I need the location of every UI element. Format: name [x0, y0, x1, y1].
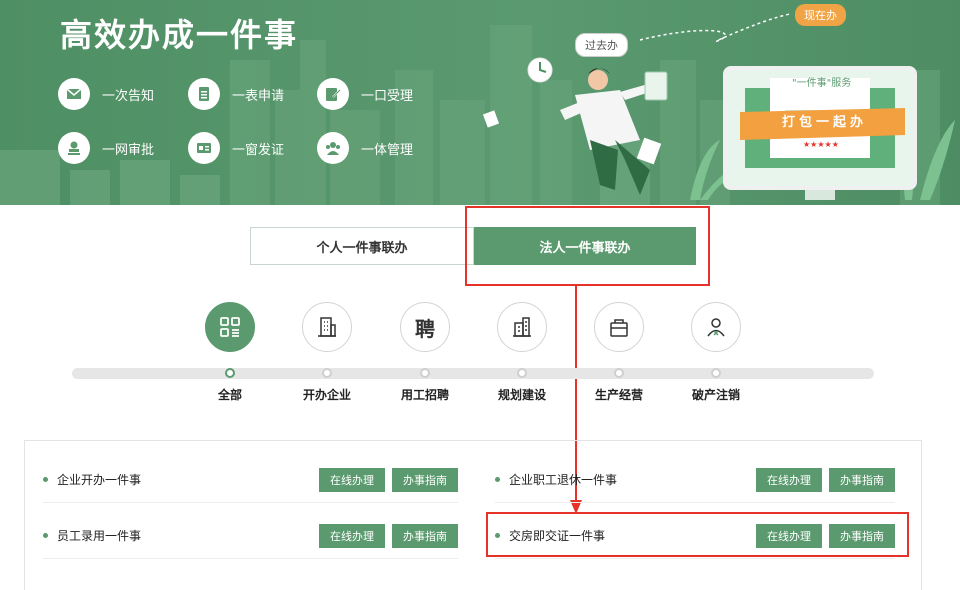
tab-legal-entity[interactable]: 法人一件事联办 — [474, 227, 696, 265]
item-title[interactable]: 交房即交证一件事 — [509, 527, 749, 544]
feature-label: 一表申请 — [232, 88, 285, 104]
guide-button[interactable]: 办事指南 — [829, 467, 895, 492]
tab-personal[interactable]: 个人一件事联办 — [250, 227, 474, 265]
banner-title: 高效办成一件事 — [60, 16, 299, 54]
form-icon — [188, 78, 220, 110]
category-dot — [420, 368, 430, 378]
category-label: 用工招聘 — [400, 388, 449, 402]
bullet — [495, 533, 500, 538]
feature-item: 一窗发证 — [188, 132, 284, 164]
category-label: 开办企业 — [302, 388, 351, 402]
feature-label: 一窗发证 — [232, 142, 285, 158]
bullet — [43, 533, 48, 538]
online-button[interactable]: 在线办理 — [756, 523, 822, 548]
bullet — [495, 477, 500, 482]
banner-ribbon: 打包一起办 — [782, 115, 868, 130]
category-label: 破产注销 — [691, 388, 740, 402]
list-item: 企业职工退休一件事 在线办理 办事指南 — [495, 457, 895, 503]
category-dot — [517, 368, 527, 378]
category-dot — [225, 368, 235, 378]
building-icon — [302, 302, 352, 352]
feature-label: 一次告知 — [102, 88, 155, 104]
online-button[interactable]: 在线办理 — [319, 467, 385, 492]
category-dot — [614, 368, 624, 378]
list-item: 交房即交证一件事 在线办理 办事指南 — [495, 513, 895, 559]
online-button[interactable]: 在线办理 — [319, 523, 385, 548]
category-label: 生产经营 — [594, 388, 643, 402]
hire-icon: 聘 — [400, 302, 450, 352]
card-icon — [188, 132, 220, 164]
feature-item: 一网审批 — [58, 132, 154, 164]
item-title[interactable]: 员工录用一件事 — [57, 527, 312, 544]
item-title[interactable]: 企业职工退休一件事 — [509, 471, 749, 488]
category-bankruptcy[interactable]: 破产注销 — [671, 302, 761, 402]
list-item: 员工录用一件事 在线办理 办事指南 — [43, 513, 458, 559]
rating-stars: ★★★★★ — [803, 140, 839, 149]
feature-item: 一次告知 — [58, 78, 154, 110]
past-label: 过去办 — [575, 33, 628, 57]
stamp-icon — [58, 132, 90, 164]
category-start-business[interactable]: 开办企业 — [282, 302, 372, 402]
now-label: 现在办 — [795, 4, 846, 26]
category-all[interactable]: 全部 — [185, 302, 275, 402]
grid-icon — [205, 302, 255, 352]
guide-button[interactable]: 办事指南 — [392, 523, 458, 548]
feature-item: 一体管理 — [317, 132, 413, 164]
envelope-icon — [58, 78, 90, 110]
edit-icon — [317, 78, 349, 110]
feature-item: 一表申请 — [188, 78, 284, 110]
feature-item: 一口受理 — [317, 78, 413, 110]
hero-banner: 高效办成一件事 一次告知 一表申请 一口受理 一网审批 一窗发证 一体管理 过去… — [0, 0, 960, 205]
category-hiring[interactable]: 聘 用工招聘 — [380, 302, 470, 402]
service-tag: "一件事"服务 — [792, 78, 852, 89]
category-operations[interactable]: 生产经营 — [574, 302, 664, 402]
category-label: 规划建设 — [497, 388, 546, 402]
feature-label: 一体管理 — [361, 142, 414, 158]
category-track — [72, 368, 874, 379]
bag-icon — [594, 302, 644, 352]
feature-label: 一网审批 — [102, 142, 155, 158]
item-title[interactable]: 企业开办一件事 — [57, 471, 312, 488]
guide-button[interactable]: 办事指南 — [829, 523, 895, 548]
guide-button[interactable]: 办事指南 — [392, 467, 458, 492]
category-dot — [711, 368, 721, 378]
people-icon — [317, 132, 349, 164]
category-dot — [322, 368, 332, 378]
list-item: 企业开办一件事 在线办理 办事指南 — [43, 457, 458, 503]
category-label: 全部 — [217, 388, 242, 402]
online-button[interactable]: 在线办理 — [756, 467, 822, 492]
construction-icon — [497, 302, 547, 352]
person-cancel-icon — [691, 302, 741, 352]
feature-label: 一口受理 — [361, 88, 414, 104]
bullet — [43, 477, 48, 482]
category-construction[interactable]: 规划建设 — [477, 302, 567, 402]
